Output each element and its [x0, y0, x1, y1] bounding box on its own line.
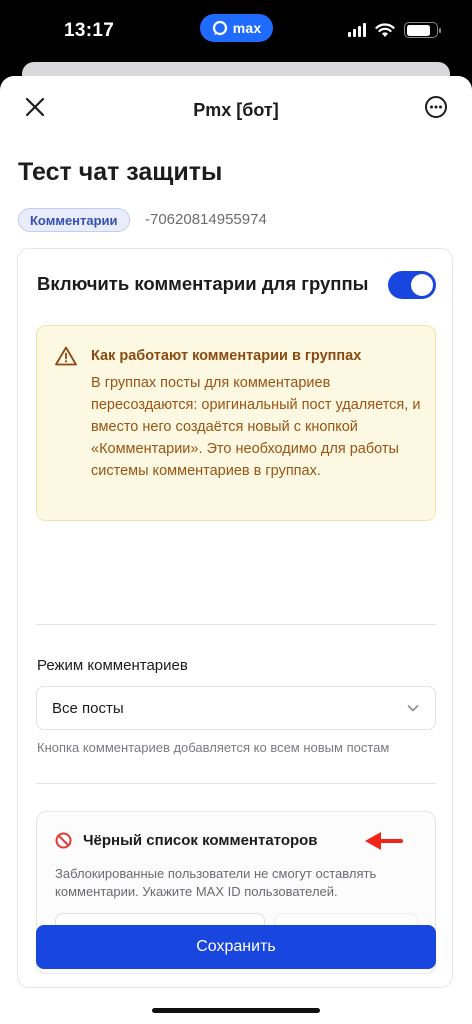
bottom-sheet: Pmx [бот] Тест чат защиты Комментарии -7…	[0, 76, 472, 1024]
ban-icon	[55, 832, 72, 849]
mode-label: Режим комментариев	[37, 657, 188, 674]
wifi-icon	[375, 22, 395, 37]
settings-card: Включить комментарии для группы Как рабо…	[17, 248, 453, 988]
signal-icon	[348, 23, 366, 37]
chat-id: -70620814955974	[145, 211, 267, 228]
warning-icon	[55, 346, 77, 366]
mode-select[interactable]: Все посты	[36, 686, 436, 730]
save-button[interactable]: Сохранить	[36, 925, 436, 969]
battery-icon	[404, 22, 441, 38]
max-logo-icon	[212, 20, 227, 36]
max-app-pill[interactable]: max	[200, 14, 273, 42]
home-indicator	[152, 1008, 320, 1013]
blacklist-description: Заблокированные пользователи не смогут о…	[55, 866, 377, 899]
warning-body: В группах посты для комментариев пересоз…	[91, 375, 421, 479]
divider	[36, 624, 436, 625]
status-time: 13:17	[64, 20, 115, 41]
toggle-knob	[411, 274, 433, 296]
mode-select-value: Все посты	[52, 700, 124, 717]
enable-comments-toggle[interactable]	[388, 271, 436, 299]
max-app-label: max	[232, 20, 262, 36]
more-icon[interactable]	[424, 95, 448, 119]
chevron-down-icon	[407, 705, 419, 712]
warning-title: Как работают комментарии в группах	[91, 348, 362, 364]
status-icons	[348, 22, 441, 38]
toggle-label: Включить комментарии для группы	[37, 273, 369, 294]
comments-tag: Комментарии	[18, 208, 130, 232]
nav-bar: Pmx [бот]	[0, 76, 472, 138]
mode-hint: Кнопка комментариев добавляется ко всем …	[37, 740, 390, 755]
status-bar: 13:17 max	[0, 0, 472, 62]
warning-box: Как работают комментарии в группах В гру…	[36, 325, 436, 521]
divider	[36, 783, 436, 784]
red-arrow-icon	[365, 832, 403, 850]
page-title: Тест чат защиты	[18, 158, 223, 186]
nav-title: Pmx [бот]	[193, 100, 279, 120]
blacklist-title: Чёрный список комментаторов	[83, 832, 318, 849]
